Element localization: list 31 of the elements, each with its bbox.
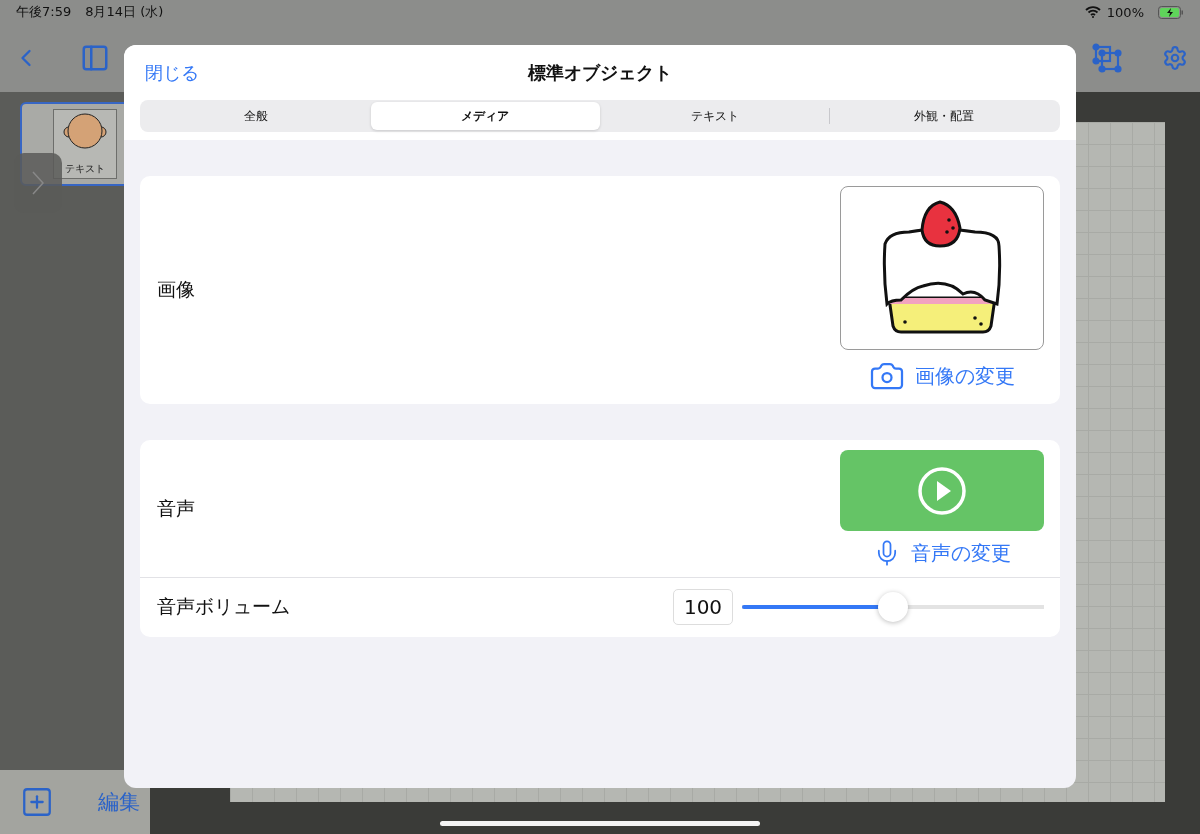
settings-icon <box>1162 45 1188 71</box>
change-sound-button[interactable]: 音声の変更 <box>873 539 1011 567</box>
tab[interactable]: メディア <box>371 102 600 130</box>
transform-icon <box>1092 43 1122 73</box>
battery-percent: 100% <box>1106 4 1144 20</box>
status-time: 午後7:59 <box>16 3 72 21</box>
dialog-title: 標準オブジェクト <box>528 60 672 85</box>
play-icon <box>917 465 967 516</box>
image-frame[interactable] <box>840 186 1044 350</box>
slider-thumb[interactable] <box>878 592 908 622</box>
close-button[interactable]: 閉じる <box>140 60 199 85</box>
image-label: 画像 <box>157 277 195 302</box>
play-button[interactable] <box>840 450 1044 531</box>
sound-label: 音声 <box>157 495 195 521</box>
chevron-right-icon <box>32 171 44 195</box>
volume-label: 音声ボリューム <box>157 594 290 619</box>
volume-value-field[interactable]: 100 <box>673 589 733 625</box>
add-button[interactable] <box>20 785 54 819</box>
status-date: 8月14日 (水) <box>85 3 164 21</box>
thumbnail-label: テキスト <box>65 162 105 176</box>
change-image-button[interactable]: 画像の変更 <box>869 358 1015 394</box>
tab[interactable]: 外観・配置 <box>829 102 1058 130</box>
transform-button[interactable] <box>1092 43 1122 73</box>
head-drawing <box>63 112 107 150</box>
plus-icon <box>20 785 54 819</box>
wifi-icon <box>1084 6 1101 18</box>
tab[interactable]: テキスト <box>600 102 829 130</box>
sidebar-toggle-button[interactable] <box>80 43 110 73</box>
sidebar-icon <box>80 43 110 73</box>
settings-button[interactable] <box>1162 45 1188 71</box>
battery-icon <box>1158 5 1184 19</box>
